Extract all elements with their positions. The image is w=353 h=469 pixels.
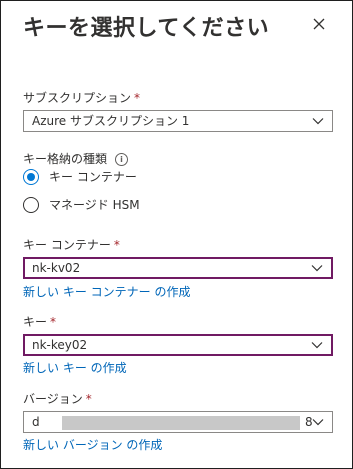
- radio-managed-hsm[interactable]: マネージド HSM: [23, 196, 140, 213]
- key-vault-label-text: キー コンテナー: [23, 238, 111, 252]
- subscription-value: Azure サブスクリプション 1: [32, 114, 190, 128]
- radio-managed-hsm-label: マネージド HSM: [49, 198, 140, 212]
- required-mark: *: [134, 91, 141, 105]
- version-label: バージョン *: [23, 390, 92, 407]
- create-key-link[interactable]: 新しい キー の作成: [23, 359, 127, 376]
- chevron-down-icon: [311, 342, 323, 349]
- close-icon[interactable]: [309, 14, 329, 34]
- redacted-block: [62, 416, 300, 430]
- radio-unselected-icon: [23, 196, 39, 213]
- key-dropdown[interactable]: nk-key02: [23, 334, 333, 356]
- key-store-type-label: キー格納の種類 i: [23, 150, 129, 167]
- radio-key-vault-label: キー コンテナー: [49, 170, 137, 184]
- key-value: nk-key02: [32, 338, 88, 352]
- required-mark: *: [85, 392, 92, 406]
- required-mark: *: [50, 315, 57, 329]
- subscription-dropdown[interactable]: Azure サブスクリプション 1: [23, 110, 333, 132]
- chevron-down-icon: [311, 265, 323, 272]
- key-store-type-label-text: キー格納の種類: [23, 152, 108, 166]
- radio-key-vault[interactable]: キー コンテナー: [23, 168, 137, 185]
- key-vault-label: キー コンテナー *: [23, 236, 120, 253]
- panel-title: キーを選択してください: [23, 16, 270, 41]
- select-key-panel: キーを選択してください サブスクリプション * Azure サブスクリプション 1…: [0, 0, 353, 469]
- required-mark: *: [113, 238, 120, 252]
- subscription-label-text: サブスクリプション: [23, 91, 132, 105]
- create-key-vault-link[interactable]: 新しい キー コンテナー の作成: [23, 283, 190, 300]
- version-dropdown[interactable]: d 8: [23, 411, 333, 433]
- key-vault-dropdown[interactable]: nk-kv02: [23, 257, 333, 279]
- chevron-down-icon: [312, 419, 324, 426]
- key-label-text: キー: [23, 315, 48, 329]
- subscription-label: サブスクリプション *: [23, 89, 140, 106]
- info-icon[interactable]: i: [115, 153, 129, 166]
- key-label: キー *: [23, 313, 56, 330]
- version-value-start: d: [32, 415, 40, 429]
- chevron-down-icon: [312, 118, 324, 125]
- radio-selected-icon: [23, 168, 39, 185]
- key-vault-value: nk-kv02: [32, 261, 81, 275]
- version-label-text: バージョン: [23, 392, 83, 406]
- create-version-link[interactable]: 新しい バージョン の作成: [23, 436, 162, 453]
